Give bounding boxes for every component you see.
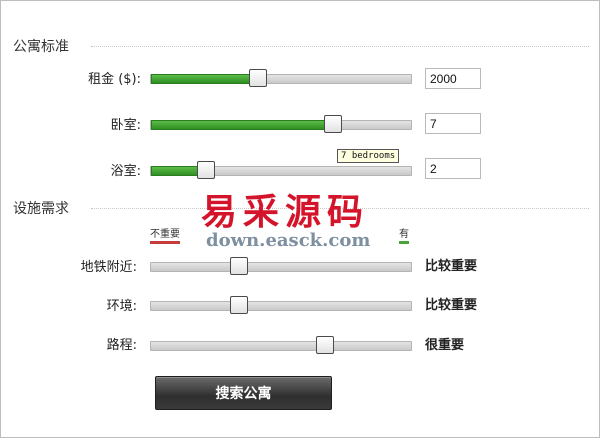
- subway-label: 地铁附近:: [80, 260, 137, 275]
- bathrooms-label: 浴室:: [110, 164, 141, 179]
- rent-label: 租金 ($):: [88, 72, 141, 87]
- subway-slider-handle[interactable]: [230, 257, 249, 275]
- subway-importance: 比较重要: [425, 259, 478, 274]
- commute-slider-track[interactable]: [150, 336, 412, 354]
- bathrooms-slider-handle[interactable]: [196, 161, 215, 179]
- commute-importance: 很重要: [425, 338, 465, 353]
- bedrooms-slider-track[interactable]: [150, 115, 412, 133]
- section-title-amenities: 设施需求: [13, 198, 75, 218]
- watermark-text: 易采源码: [201, 191, 370, 233]
- scale-max-label: 有: [399, 225, 409, 244]
- bedrooms-slider-fill: [151, 120, 333, 130]
- bedrooms-tooltip: 7 bedrooms: [337, 149, 400, 163]
- bedrooms-value-input[interactable]: [425, 113, 481, 134]
- subway-slider-track[interactable]: [150, 257, 412, 275]
- commute-slider-handle[interactable]: [316, 336, 335, 354]
- window-frame: 公寓标准 租金 ($): 卧室: 7 bedrooms 浴室: 设施需求 不重要…: [0, 0, 600, 438]
- commute-label: 路程:: [106, 338, 137, 353]
- rent-value-input[interactable]: [425, 68, 481, 89]
- section-divider: [91, 46, 589, 47]
- rent-slider-handle[interactable]: [248, 69, 267, 87]
- watermark-url: down.easck.com: [206, 230, 371, 251]
- section-title-apartment: 公寓标准: [13, 36, 75, 56]
- bathrooms-value-input[interactable]: [425, 158, 481, 179]
- bedrooms-label: 卧室:: [110, 118, 141, 133]
- search-apartments-button[interactable]: 搜索公寓: [155, 376, 332, 410]
- environment-label: 环境:: [106, 299, 137, 314]
- environment-slider-track[interactable]: [150, 296, 412, 314]
- rent-slider-track[interactable]: [150, 69, 412, 87]
- rent-slider-fill: [151, 74, 258, 84]
- bedrooms-slider-handle[interactable]: [324, 115, 342, 133]
- environment-importance: 比较重要: [425, 298, 478, 313]
- bathrooms-slider-track[interactable]: [150, 161, 412, 179]
- scale-min-label: 不重要: [150, 225, 180, 244]
- environment-slider-handle[interactable]: [230, 296, 249, 314]
